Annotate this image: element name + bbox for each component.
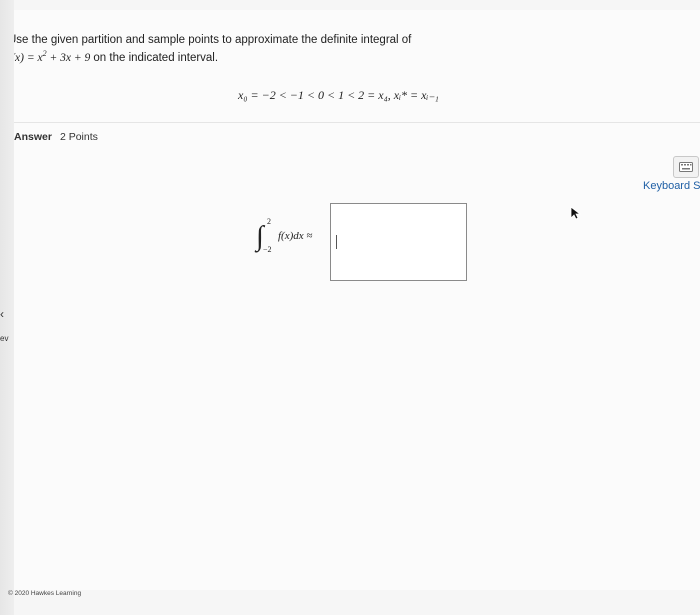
mouse-pointer-icon (570, 206, 582, 225)
page-background: Use the given partition and sample point… (0, 0, 700, 615)
function-definition: f(x) = x2 + 3x + 9 (8, 49, 91, 64)
integral-upper-limit: 2 (267, 217, 271, 226)
question-text: Use the given partition and sample point… (8, 33, 528, 65)
points-label: 2 Points (59, 131, 98, 143)
definite-integral: ∫ 2 −2 f(x)dx ≈ (256, 217, 326, 263)
integrand: f(x)dx ≈ (278, 230, 313, 242)
partition-expression: x₀ = −2 < −1 < 0 < 1 < 2 = x₄, xᵢ* = xᵢ₋… (238, 88, 439, 102)
chevron-left-icon[interactable]: ‹ (0, 307, 4, 321)
section-divider (0, 122, 700, 123)
answer-input[interactable] (330, 203, 467, 281)
keyboard-icon[interactable] (673, 156, 699, 178)
integral-lower-limit: −2 (263, 245, 272, 254)
text-caret (336, 235, 337, 249)
question-card: Use the given partition and sample point… (0, 10, 700, 590)
previous-button[interactable]: ev (0, 334, 8, 343)
keyboard-shortcuts-link[interactable]: Keyboard S (643, 180, 700, 192)
question-line-2-tail: on the indicated interval. (90, 51, 219, 64)
question-line-2: f(x) = x2 + 3x + 9 on the indicated inte… (8, 47, 528, 65)
question-line-1: Use the given partition and sample point… (8, 34, 412, 46)
copyright-footer: © 2020 Hawkes Learning (8, 590, 82, 597)
answer-label: Answer (14, 131, 52, 143)
answer-header: Answer 2 Points (14, 131, 98, 143)
